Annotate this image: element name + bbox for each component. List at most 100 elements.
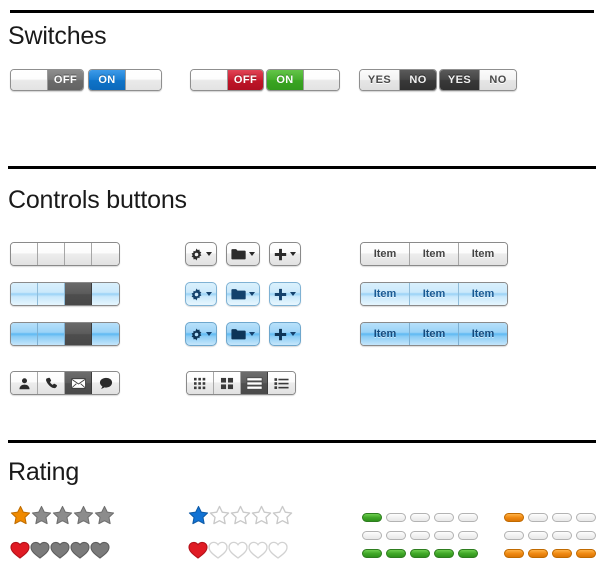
chevron-down-icon <box>249 252 255 256</box>
bar-segment-filled[interactable] <box>576 549 596 558</box>
bar-rating-green-5[interactable] <box>362 549 478 558</box>
bar-segment-filled[interactable] <box>362 549 382 558</box>
switch-red-off[interactable]: OFF <box>190 69 264 91</box>
gear-dropdown-button[interactable] <box>185 242 217 266</box>
bar-segment-filled[interactable] <box>386 549 406 558</box>
segment-button[interactable] <box>11 283 38 305</box>
bar-segment-empty[interactable] <box>458 531 478 540</box>
contact-icon-toolbar[interactable] <box>10 371 120 395</box>
list-rows-button-selected[interactable] <box>241 372 268 394</box>
switch-yesno-yes[interactable]: YES NO <box>359 69 437 91</box>
item-button[interactable]: Item <box>459 323 507 345</box>
bar-segment-filled[interactable] <box>434 549 454 558</box>
item-button[interactable]: Item <box>410 323 459 345</box>
bar-rating-green-1[interactable] <box>362 513 478 522</box>
bar-rating-green-0[interactable] <box>362 531 478 540</box>
bar-segment-empty[interactable] <box>528 531 548 540</box>
segment-button-selected[interactable] <box>65 283 92 305</box>
bar-segment-empty[interactable] <box>504 531 524 540</box>
item-button[interactable]: Item <box>361 323 410 345</box>
bar-rating-orange-1[interactable] <box>504 513 600 522</box>
item-button[interactable]: Item <box>459 243 507 265</box>
star-rating-blue[interactable] <box>188 505 293 526</box>
bar-segment-empty[interactable] <box>576 531 596 540</box>
segment-button[interactable] <box>38 283 65 305</box>
item-group-blue-medium[interactable]: Item Item Item <box>360 322 508 346</box>
phone-icon <box>45 377 58 390</box>
view-mode-toolbar[interactable] <box>186 371 296 395</box>
bar-segment-filled[interactable] <box>504 549 524 558</box>
item-button[interactable]: Item <box>459 283 507 305</box>
segment-button[interactable] <box>92 323 119 345</box>
heart-rating-red[interactable] <box>188 541 288 559</box>
phone-button[interactable] <box>38 372 65 394</box>
bar-segment-filled[interactable] <box>504 513 524 522</box>
bar-segment-empty[interactable] <box>552 531 572 540</box>
item-group-blue-light[interactable]: Item Item Item <box>360 282 508 306</box>
bar-rating-orange-0[interactable] <box>504 531 600 540</box>
segmented-group-blue-medium[interactable] <box>10 322 120 346</box>
heart-icon-empty <box>90 541 110 559</box>
bar-segment-empty[interactable] <box>410 513 430 522</box>
bar-segment-filled[interactable] <box>552 549 572 558</box>
segment-button[interactable] <box>65 243 92 265</box>
heart-icon-empty <box>268 541 288 559</box>
plus-dropdown-button[interactable] <box>269 242 301 266</box>
gear-dropdown-button[interactable] <box>185 282 217 306</box>
plus-dropdown-button[interactable] <box>269 322 301 346</box>
bar-segment-empty[interactable] <box>434 513 454 522</box>
bar-segment-empty[interactable] <box>410 531 430 540</box>
bar-segment-empty[interactable] <box>434 531 454 540</box>
bar-segment-filled[interactable] <box>362 513 382 522</box>
segment-button[interactable] <box>38 243 65 265</box>
section-title-switches: Switches <box>8 22 107 50</box>
chat-bubble-button[interactable] <box>92 372 119 394</box>
heart-icon-empty <box>50 541 70 559</box>
segment-button-selected[interactable] <box>65 323 92 345</box>
switch-gray-off[interactable]: OFF <box>10 69 84 91</box>
bar-segment-empty[interactable] <box>552 513 572 522</box>
list-detail-button[interactable] <box>268 372 295 394</box>
bar-segment-empty[interactable] <box>528 513 548 522</box>
grid-large-button[interactable] <box>214 372 241 394</box>
segmented-group-plain[interactable] <box>10 242 120 266</box>
segment-button[interactable] <box>38 323 65 345</box>
bar-segment-empty[interactable] <box>458 513 478 522</box>
bar-segment-empty[interactable] <box>386 531 406 540</box>
item-button[interactable]: Item <box>361 243 410 265</box>
folder-dropdown-button[interactable] <box>226 322 260 346</box>
bar-segment-filled[interactable] <box>528 549 548 558</box>
segment-button[interactable] <box>92 283 119 305</box>
switch-green-on[interactable]: ON <box>266 69 340 91</box>
bar-segment-filled[interactable] <box>458 549 478 558</box>
bar-rating-orange-5[interactable] <box>504 549 600 558</box>
item-group-plain[interactable]: Item Item Item <box>360 242 508 266</box>
folder-dropdown-button[interactable] <box>226 242 260 266</box>
bar-segment-empty[interactable] <box>362 531 382 540</box>
person-button[interactable] <box>11 372 38 394</box>
star-rating-gray[interactable] <box>10 505 115 526</box>
bar-segment-filled[interactable] <box>410 549 430 558</box>
switch-blue-on[interactable]: ON <box>88 69 162 91</box>
item-button[interactable]: Item <box>361 283 410 305</box>
star-icon-empty <box>209 505 230 525</box>
gear-dropdown-button[interactable] <box>185 322 217 346</box>
item-button[interactable]: Item <box>410 283 459 305</box>
segmented-group-blue-light[interactable] <box>10 282 120 306</box>
switch-yesno-no[interactable]: YES NO <box>439 69 517 91</box>
folder-dropdown-button[interactable] <box>226 282 260 306</box>
segment-button[interactable] <box>11 323 38 345</box>
grid-small-button[interactable] <box>187 372 214 394</box>
bar-segment-empty[interactable] <box>386 513 406 522</box>
heart-rating-gray[interactable] <box>10 541 110 559</box>
switch-label-no: NO <box>399 70 436 90</box>
bar-segment-empty[interactable] <box>576 513 596 522</box>
star-icon-filled <box>10 505 31 525</box>
item-button[interactable]: Item <box>410 243 459 265</box>
envelope-button-selected[interactable] <box>65 372 92 394</box>
star-icon-empty <box>52 505 73 525</box>
plus-dropdown-button[interactable] <box>269 282 301 306</box>
segment-button[interactable] <box>92 243 119 265</box>
gear-icon <box>190 247 203 261</box>
segment-button[interactable] <box>11 243 38 265</box>
